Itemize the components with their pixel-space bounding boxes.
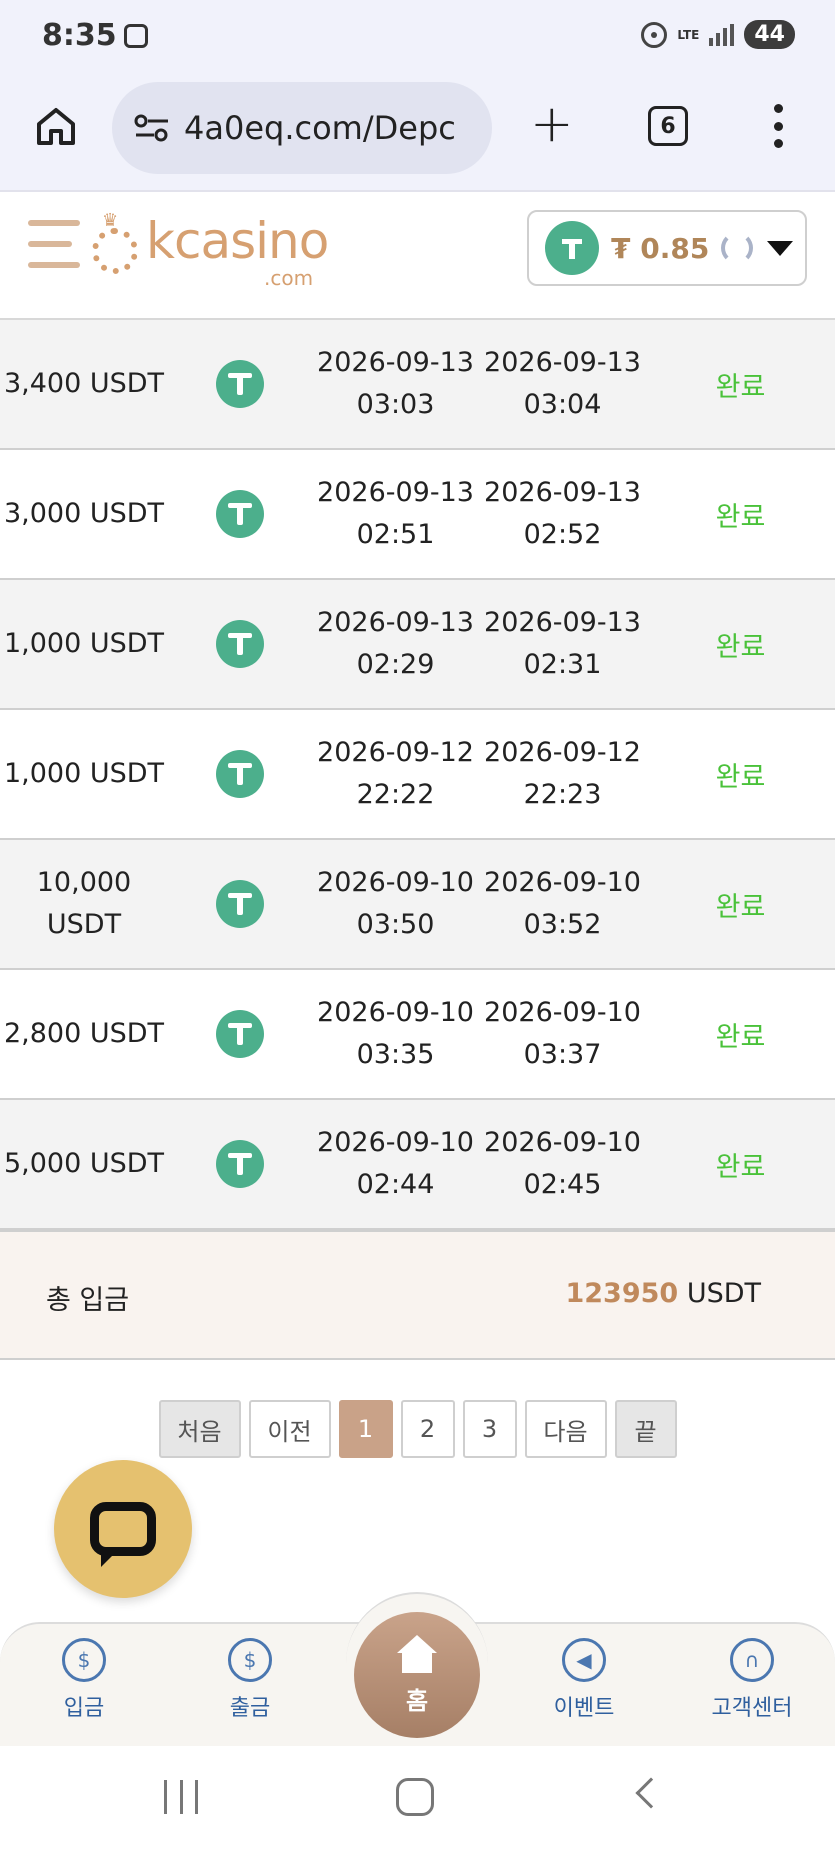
new-tab-icon[interactable]: + [530, 98, 574, 150]
tether-icon [216, 880, 264, 928]
deposit-amount: 1,000 USDT [3, 758, 165, 789]
tether-icon [216, 1140, 264, 1188]
status-badge: 완료 [715, 1021, 766, 1053]
page-2-button[interactable]: 2 [400, 1400, 455, 1458]
tether-icon [216, 620, 264, 668]
requested-datetime: 2026-09-10 02:44 [317, 1127, 474, 1200]
hamburger-menu-icon[interactable] [28, 220, 80, 268]
hotspot-icon [641, 21, 668, 48]
processed-datetime: 2026-09-10 02:45 [484, 1127, 641, 1200]
network-type: LTE [677, 27, 700, 42]
page-3-button[interactable]: 3 [462, 1400, 517, 1458]
total-deposit-row: 총 입금 123950 USDT [0, 1230, 835, 1360]
url-bar[interactable]: 4a0eq.com/Depc [112, 82, 492, 174]
deposit-amount: 3,000 USDT [3, 498, 165, 529]
status-badge: 완료 [715, 1151, 766, 1183]
chat-icon [90, 1502, 156, 1567]
status-bar: 8:35 LTE 44 [0, 0, 835, 78]
status-badge: 완료 [715, 371, 766, 403]
back-icon[interactable] [635, 1777, 667, 1809]
chevron-down-icon[interactable] [767, 240, 794, 256]
logo-text: kcasino [146, 212, 329, 270]
recent-apps-icon[interactable] [164, 1780, 198, 1814]
browser-toolbar: 4a0eq.com/Depc + 6 [0, 78, 835, 192]
signal-icon [709, 23, 735, 46]
site-logo[interactable]: ♛ kcasino .com [92, 208, 332, 290]
requested-datetime: 2026-09-13 02:29 [317, 607, 474, 680]
withdraw-icon: $ [228, 1638, 272, 1682]
processed-datetime: 2026-09-10 03:37 [484, 997, 641, 1070]
nav-deposit[interactable]: $ 입금 [14, 1638, 154, 1722]
megaphone-icon: ◀ [562, 1638, 606, 1682]
live-chat-button[interactable] [54, 1460, 192, 1598]
deposit-amount: 2,800 USDT [3, 1018, 165, 1049]
nav-support[interactable]: ∩ 고객센터 [682, 1638, 822, 1722]
status-badge: 완료 [715, 501, 766, 533]
table-row: 2,800 USDT 2026-09-10 03:35 2026-09-10 03:… [0, 970, 835, 1100]
deposit-icon: $ [62, 1638, 106, 1682]
tether-icon [216, 750, 264, 798]
deposit-amount: 5,000 USDT [3, 1148, 165, 1179]
status-badge: 완료 [715, 631, 766, 663]
deposit-amount: 10,000 USDT [36, 867, 132, 940]
tether-icon [216, 1010, 264, 1058]
tab-switcher-button[interactable]: 6 [648, 106, 688, 146]
processed-datetime: 2026-09-12 22:23 [484, 737, 641, 810]
system-home-icon[interactable] [396, 1778, 434, 1816]
battery-indicator: 44 [744, 20, 795, 49]
table-row: 1,000 USDT 2026-09-13 02:29 2026-09-13 02:… [0, 580, 835, 710]
screenshot-icon [124, 24, 148, 48]
page-prev-button[interactable]: 이전 [248, 1400, 331, 1458]
home-icon [397, 1634, 437, 1653]
status-time: 8:35 [42, 18, 117, 53]
site-settings-icon[interactable] [132, 113, 172, 143]
bottom-navigation: $ 입금 $ 출금 홈 ◀ 이벤트 ∩ 고객센터 [0, 1592, 835, 1746]
nav-home[interactable]: 홈 [354, 1612, 480, 1738]
casino-chip-icon [92, 228, 138, 274]
requested-datetime: 2026-09-10 03:35 [317, 997, 474, 1070]
system-navigation-bar [0, 1746, 835, 1856]
status-badge: 완료 [715, 761, 766, 793]
browser-menu-icon[interactable] [772, 104, 784, 148]
page-first-button[interactable]: 처음 [158, 1400, 241, 1458]
processed-datetime: 2026-09-13 02:31 [484, 607, 641, 680]
page-1-button[interactable]: 1 [338, 1400, 393, 1458]
status-icons: LTE 44 [641, 20, 795, 49]
tether-icon [216, 490, 264, 538]
logo-domain: .com [264, 266, 314, 290]
refresh-icon[interactable] [721, 232, 754, 264]
requested-datetime: 2026-09-13 03:03 [317, 347, 474, 420]
table-row: 3,000 USDT 2026-09-13 02:51 2026-09-13 02:… [0, 450, 835, 580]
tether-icon [545, 221, 599, 275]
headset-icon: ∩ [730, 1638, 774, 1682]
deposit-history-table: 3,400 USDT 2026-09-13 03:03 2026-09-13 03:… [0, 320, 835, 1230]
processed-datetime: 2026-09-13 02:52 [484, 477, 641, 550]
requested-datetime: 2026-09-12 22:22 [317, 737, 474, 810]
requested-datetime: 2026-09-10 03:50 [317, 867, 474, 940]
processed-datetime: 2026-09-13 03:04 [484, 347, 641, 420]
table-row: 5,000 USDT 2026-09-10 02:44 2026-09-10 02:… [0, 1100, 835, 1230]
browser-home-icon[interactable] [34, 104, 78, 148]
balance-selector[interactable]: ₮ 0.85 [527, 210, 807, 286]
page-next-button[interactable]: 다음 [524, 1400, 607, 1458]
pagination: 처음 이전 1 2 3 다음 끝 [0, 1400, 835, 1458]
deposit-amount: 1,000 USDT [3, 628, 165, 659]
balance-amount: ₮ 0.85 [611, 231, 710, 265]
status-badge: 완료 [715, 891, 766, 923]
page-last-button[interactable]: 끝 [614, 1400, 677, 1458]
total-deposit-label: 총 입금 [46, 1285, 130, 1316]
table-row: 3,400 USDT 2026-09-13 03:03 2026-09-13 03:… [0, 320, 835, 450]
table-row: 1,000 USDT 2026-09-12 22:22 2026-09-12 22:… [0, 710, 835, 840]
processed-datetime: 2026-09-10 03:52 [484, 867, 641, 940]
deposit-amount: 3,400 USDT [3, 368, 165, 399]
requested-datetime: 2026-09-13 02:51 [317, 477, 474, 550]
nav-event[interactable]: ◀ 이벤트 [514, 1638, 654, 1722]
nav-withdraw[interactable]: $ 출금 [180, 1638, 320, 1722]
total-deposit-value: 123950 USDT [565, 1278, 761, 1309]
url-text[interactable]: 4a0eq.com/Depc [184, 109, 456, 147]
table-row: 10,000 USDT 2026-09-10 03:50 2026-09-10 03:… [0, 840, 835, 970]
tether-icon [216, 360, 264, 408]
site-header: ♛ kcasino .com ₮ 0.85 [0, 194, 835, 320]
